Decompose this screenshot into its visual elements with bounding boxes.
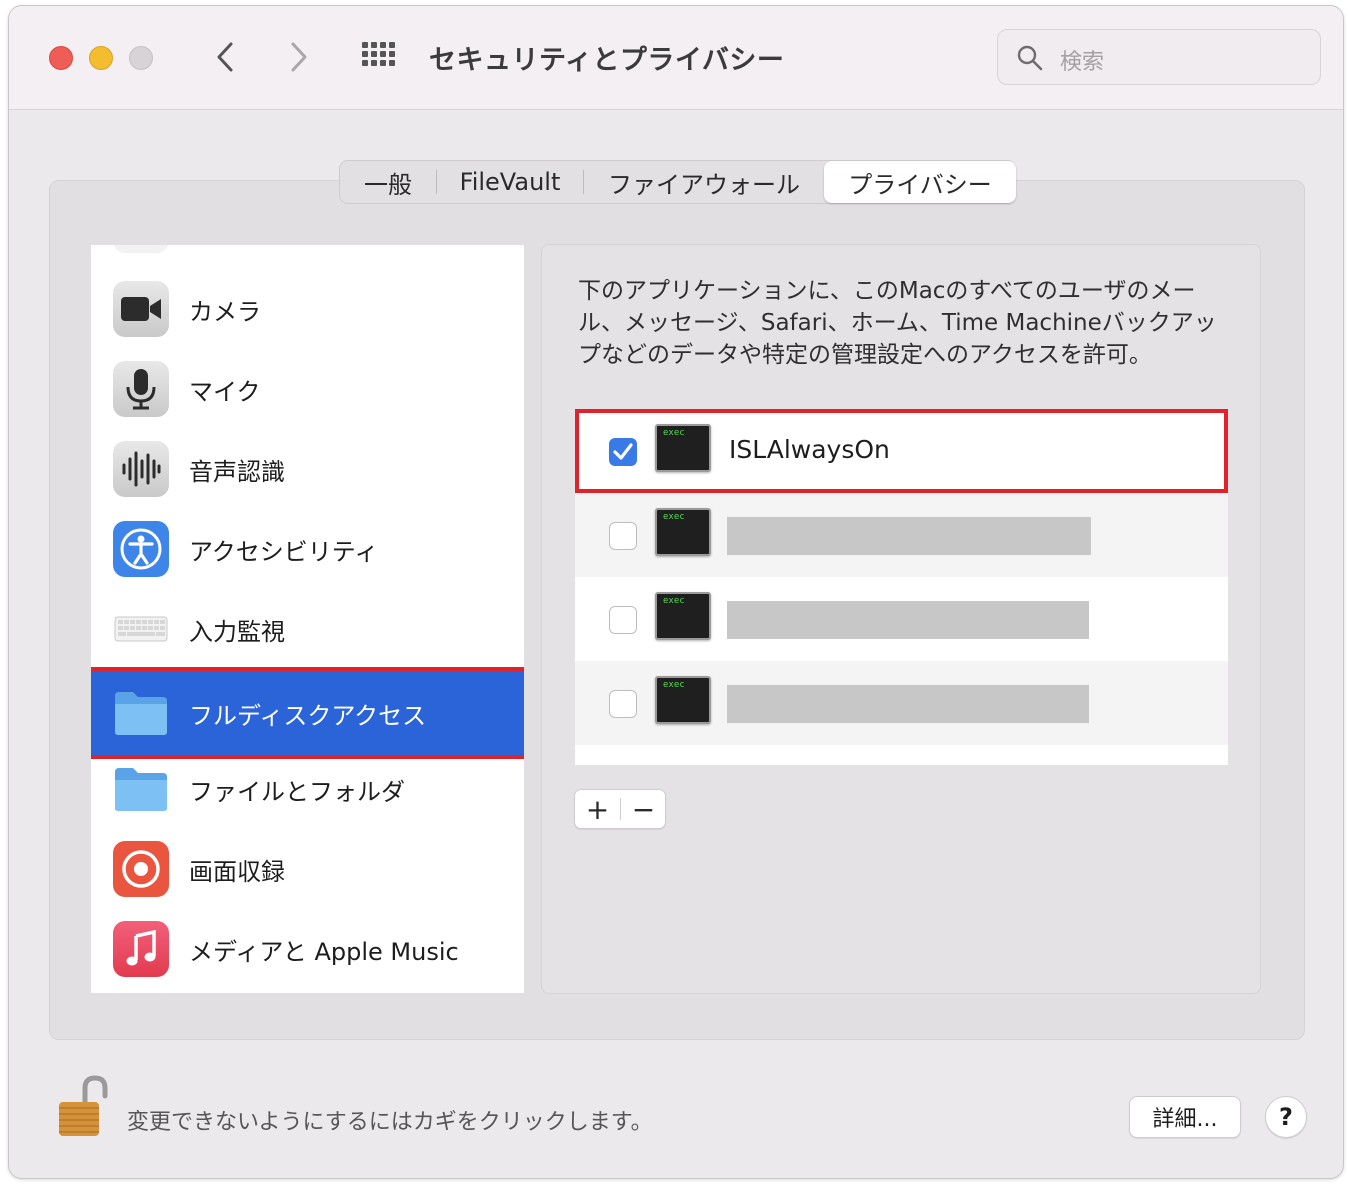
sidebar-item-label: 入力監視	[189, 617, 285, 646]
keyboard-icon	[113, 601, 169, 657]
redacted-app-name	[727, 685, 1089, 723]
app-row-redacted[interactable]: exec	[575, 577, 1228, 661]
app-name: ISLAlwaysOn	[729, 435, 890, 464]
tab-privacy[interactable]: プライバシー	[824, 161, 1016, 203]
sidebar-item-label: マイク	[189, 377, 261, 406]
app-row-redacted[interactable]: exec	[575, 493, 1228, 577]
tab-firewall[interactable]: ファイアウォール	[584, 161, 824, 203]
app-list[interactable]: exec ISLAlwaysOn exec exec exec	[575, 409, 1228, 765]
chevron-left-icon	[217, 42, 233, 72]
tab-bar: 一般 FileVault ファイアウォール プライバシー	[339, 160, 1016, 204]
window-title: セキュリティとプライバシー	[429, 45, 785, 76]
sidebar-item-label: カメラ	[189, 297, 261, 326]
exec-icon: exec	[655, 592, 711, 640]
exec-label: exec	[663, 428, 685, 438]
exec-icon: exec	[655, 676, 711, 724]
sidebar-item-label: 画面収録	[189, 857, 285, 886]
search-icon	[1017, 45, 1043, 71]
sidebar-item-files-and-folders[interactable]: ファイルとフォルダ	[91, 749, 524, 829]
unlocked-padlock-icon	[59, 1075, 108, 1136]
close-button[interactable]	[49, 46, 73, 70]
contacts-icon	[113, 245, 169, 253]
folder-icon	[113, 761, 169, 817]
sidebar-item-label: アクセシビリティ	[189, 537, 379, 566]
lock-hint-text: 変更できないようにするにはカギをクリックします。	[127, 1110, 653, 1135]
app-checkbox[interactable]	[609, 438, 637, 466]
sidebar-item-input-monitoring[interactable]: 入力監視	[91, 589, 524, 669]
folder-icon	[113, 685, 169, 741]
redacted-app-name	[727, 601, 1089, 639]
exec-icon: exec	[655, 508, 711, 556]
exec-icon: exec	[655, 424, 711, 472]
accessibility-icon	[113, 521, 169, 577]
access-description: 下のアプリケーションに、このMacのすべてのユーザのメール、メッセージ、Safa…	[578, 278, 1217, 368]
sidebar-item-accessibility[interactable]: アクセシビリティ	[91, 509, 524, 589]
sidebar-item-label: メディアと Apple Music	[189, 937, 459, 966]
title-bar: セキュリティとプライバシー 検索	[9, 6, 1343, 110]
music-icon	[113, 921, 169, 977]
camera-icon	[113, 281, 169, 337]
exec-label: exec	[663, 596, 685, 606]
redacted-app-name	[727, 517, 1091, 555]
exec-label: exec	[663, 512, 685, 522]
app-checkbox[interactable]	[609, 522, 637, 550]
sidebar-item-full-disk-access[interactable]: フルディスクアクセス	[91, 667, 524, 759]
app-checkbox[interactable]	[609, 690, 637, 718]
sidebar-item-partial[interactable]	[91, 245, 524, 265]
help-button[interactable]: ?	[1265, 1096, 1307, 1138]
checkmark-icon	[613, 443, 633, 460]
sidebar-item-media-apple-music[interactable]: メディアと Apple Music	[91, 909, 524, 989]
app-checkbox[interactable]	[609, 606, 637, 634]
sidebar-item-screen-recording[interactable]: 画面収録	[91, 829, 524, 909]
app-row-islalwayson[interactable]: exec ISLAlwaysOn	[575, 409, 1228, 493]
exec-label: exec	[663, 680, 685, 690]
sidebar-item-speech-recognition[interactable]: 音声認識	[91, 429, 524, 509]
show-all-grid-button[interactable]	[359, 40, 399, 76]
add-app-button[interactable]: +	[575, 790, 620, 828]
app-row-redacted[interactable]: exec	[575, 661, 1228, 745]
search-field[interactable]: 検索	[997, 29, 1321, 85]
screen-recording-icon	[113, 841, 169, 897]
minimize-button[interactable]	[89, 46, 113, 70]
remove-app-button[interactable]: −	[621, 790, 666, 828]
lock-button[interactable]	[55, 1074, 111, 1144]
speech-recognition-icon	[113, 441, 169, 497]
search-placeholder: 検索	[1060, 50, 1105, 75]
sidebar-item-label: ファイルとフォルダ	[189, 777, 405, 806]
detail-pane: 下のアプリケーションに、このMacのすべてのユーザのメール、メッセージ、Safa…	[541, 244, 1261, 994]
chevron-right-icon	[291, 42, 307, 72]
sidebar-item-label: フルディスクアクセス	[189, 701, 427, 730]
add-remove-control: + −	[574, 789, 666, 829]
details-button[interactable]: 詳細...	[1129, 1096, 1241, 1138]
preferences-window: セキュリティとプライバシー 検索 一般 FileVault ファイアウォール プ…	[8, 5, 1344, 1179]
tab-filevault[interactable]: FileVault	[437, 161, 583, 203]
sidebar-item-label: 音声認識	[189, 457, 285, 486]
tab-general[interactable]: 一般	[340, 161, 436, 203]
sidebar-item-camera[interactable]: カメラ	[91, 269, 524, 349]
grid-icon	[362, 42, 395, 66]
forward-button[interactable]	[279, 36, 319, 78]
zoom-button[interactable]	[129, 46, 153, 70]
back-button[interactable]	[205, 36, 245, 78]
privacy-category-list[interactable]: カメラ マイク 音声認識 アクセシビリティ 入力監視 フルディスクアクセス ファ…	[91, 245, 524, 993]
sidebar-item-microphone[interactable]: マイク	[91, 349, 524, 429]
microphone-icon	[113, 361, 169, 417]
